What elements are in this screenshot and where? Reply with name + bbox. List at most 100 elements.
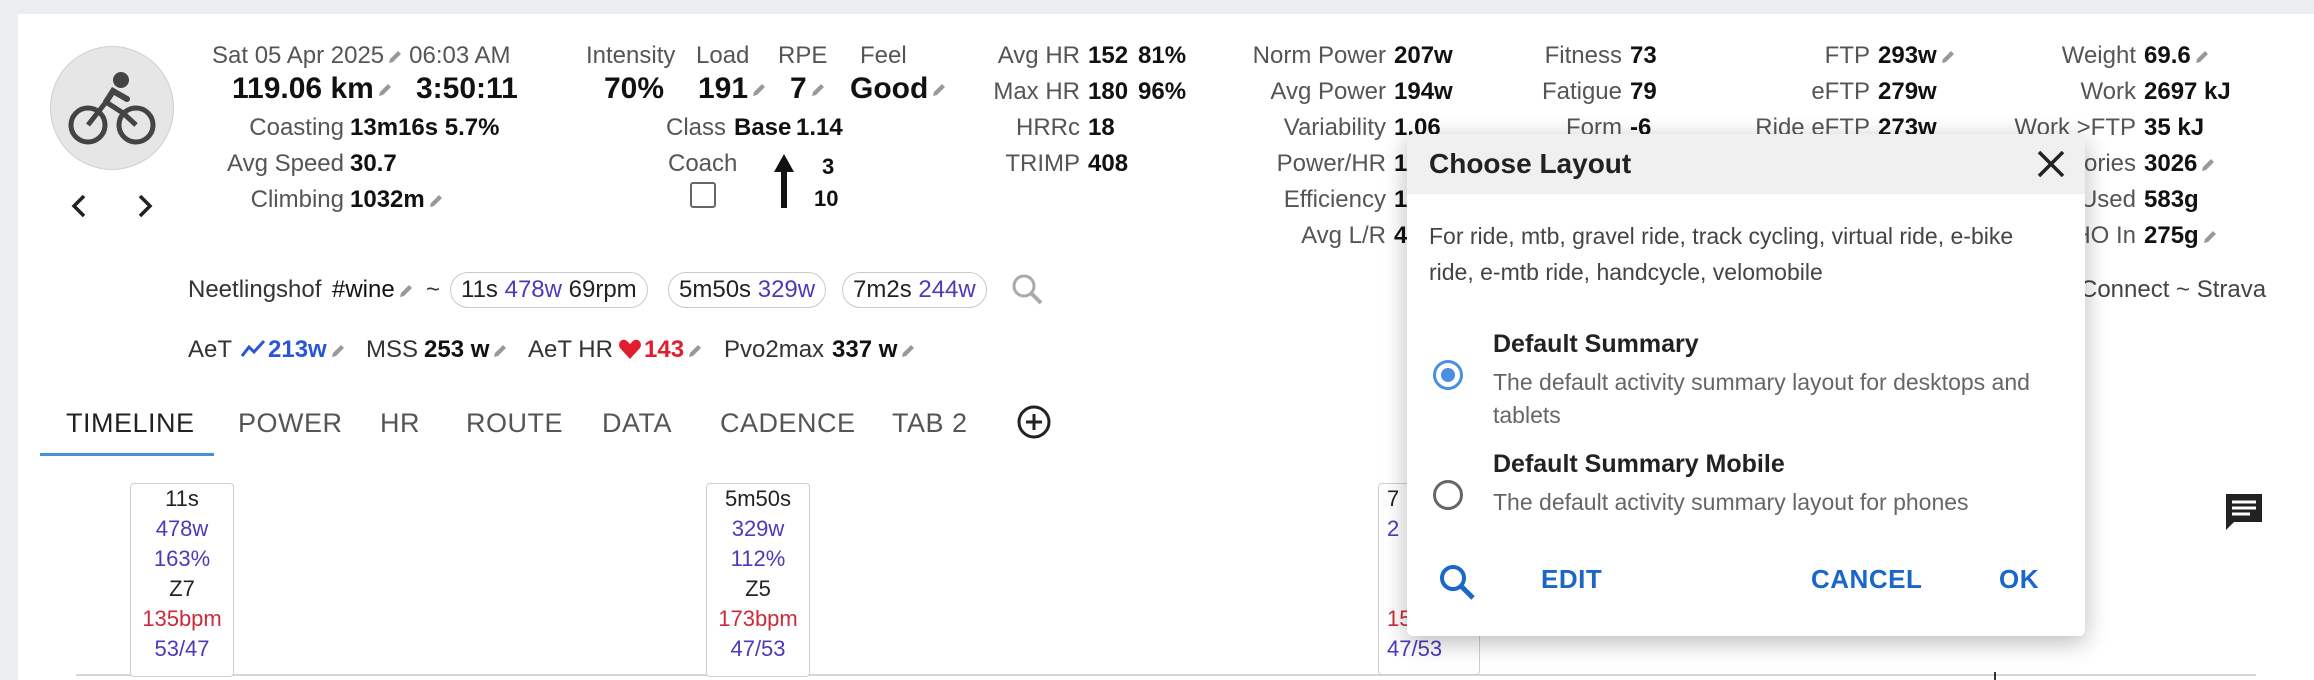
power-hr-label: Power/HR [1276, 150, 1386, 177]
hashtag[interactable]: #wine [332, 276, 414, 304]
pencil-icon[interactable] [2200, 157, 2216, 173]
cancel-button[interactable]: CANCEL [1811, 564, 1922, 595]
interval-percent: 112% [730, 546, 786, 571]
interval-chip[interactable]: 11s 478w 69rpm [450, 272, 648, 308]
next-activity-button[interactable] [132, 190, 158, 222]
interval-card[interactable]: 11s 478w 163% Z7 135bpm 53/47 [130, 483, 234, 677]
avg-power-label: Avg Power [1270, 78, 1386, 105]
calories-value[interactable]: 3026 [2144, 150, 2216, 178]
variability-label: Variability [1283, 114, 1386, 141]
chip-power: 244w [918, 276, 976, 303]
load-text: 191 [698, 72, 749, 105]
dialog-description: For ride, mtb, gravel ride, track cyclin… [1429, 223, 2014, 285]
load-value[interactable]: 191 [698, 72, 767, 106]
fitness-value: 73 [1630, 42, 1657, 69]
pencil-icon[interactable] [377, 82, 393, 98]
pencil-icon[interactable] [751, 82, 767, 98]
tab-data[interactable]: DATA [602, 408, 672, 439]
option-title[interactable]: Default Summary [1493, 330, 1699, 359]
fitness-label: Fitness [1544, 42, 1622, 69]
trimp-label: TRIMP [1005, 150, 1080, 177]
hashtag-text: #wine [332, 276, 395, 303]
close-icon[interactable] [2035, 148, 2067, 185]
pencil-icon[interactable] [492, 343, 508, 359]
coach-checkbox[interactable] [690, 182, 716, 208]
pencil-icon[interactable] [398, 283, 414, 299]
max-hr-value: 180 [1088, 78, 1129, 105]
comment-icon[interactable] [2222, 490, 2266, 539]
arrow-up-icon [772, 152, 796, 215]
hrrc-value: 18 [1088, 114, 1115, 141]
heart-icon [618, 338, 642, 365]
interval-zone: Z5 [745, 576, 771, 601]
tab-hr[interactable]: HR [380, 408, 420, 439]
chip-time: 5m50s [679, 276, 752, 303]
external-links[interactable]: Connect ~ Strava [2080, 276, 2266, 304]
interval-chip[interactable]: 7m2s 244w [842, 272, 987, 308]
feel-value[interactable]: Good [850, 72, 947, 106]
distance-text: 119.06 km [232, 72, 374, 105]
tab-route[interactable]: ROUTE [466, 408, 563, 439]
rpe-label: RPE [778, 42, 828, 69]
tab-cadence[interactable]: CADENCE [720, 408, 856, 439]
distance-value[interactable]: 119.06 km [232, 72, 393, 106]
efficiency-value: 1 [1394, 186, 1408, 213]
pvo2max-value[interactable]: 337 w [832, 336, 916, 364]
pencil-icon[interactable] [2194, 49, 2210, 65]
search-icon[interactable] [1010, 272, 1044, 311]
radio-default-summary[interactable] [1433, 360, 1463, 390]
activity-date[interactable]: Sat 05 Apr 2025 06:03 AM [212, 42, 511, 70]
cycling-icon [50, 46, 174, 170]
pencil-icon[interactable] [2202, 229, 2218, 245]
coach-label: Coach [668, 150, 738, 177]
climbing-label: Climbing [250, 186, 344, 213]
interval-zone: Z7 [169, 576, 195, 601]
rpe-value[interactable]: 7 [790, 72, 826, 106]
date-text: Sat 05 Apr 2025 [212, 42, 385, 69]
pencil-icon[interactable] [687, 343, 703, 359]
mss-value[interactable]: 253 w [424, 336, 508, 364]
radio-default-summary-mobile[interactable] [1433, 480, 1463, 510]
aet-value[interactable]: 213w [268, 336, 346, 364]
feel-text: Good [850, 72, 929, 105]
trend-icon [240, 338, 266, 365]
search-icon[interactable] [1437, 562, 1477, 607]
mss-text: 253 w [424, 336, 490, 363]
feel-label: Feel [860, 42, 907, 69]
interval-chip[interactable]: 5m50s 329w [668, 272, 827, 308]
option-description: The default activity summary layout for … [1493, 369, 2030, 428]
pencil-icon[interactable] [900, 343, 916, 359]
tab-power[interactable]: POWER [238, 408, 343, 439]
pencil-icon[interactable] [1940, 49, 1956, 65]
pencil-icon[interactable] [387, 49, 403, 65]
intensity-label: Intensity [586, 42, 676, 69]
ftp-value[interactable]: 293w [1878, 42, 1956, 70]
interval-card[interactable]: 5m50s 329w 112% Z5 173bpm 47/53 [706, 483, 810, 677]
edit-button[interactable]: EDIT [1541, 564, 1602, 595]
work-label: Work [2080, 78, 2136, 105]
tab-tab-2[interactable]: TAB 2 [892, 408, 968, 439]
arrow-bottom-value: 10 [814, 186, 839, 211]
carbs-used-value: 583g [2144, 186, 2199, 213]
time-text: 06:03 AM [409, 42, 511, 69]
option-title[interactable]: Default Summary Mobile [1493, 450, 1785, 479]
pencil-icon[interactable] [330, 343, 346, 359]
previous-activity-button[interactable] [66, 190, 92, 222]
choose-layout-dialog: Choose Layout For ride, mtb, gravel ride… [1407, 134, 2085, 636]
class-value: Base [734, 114, 792, 141]
arrow-top-value: 3 [822, 154, 835, 179]
add-tab-icon[interactable] [1016, 404, 1052, 445]
pencil-icon[interactable] [810, 82, 826, 98]
climbing-value[interactable]: 1032m [350, 186, 444, 214]
ok-button[interactable]: OK [1999, 564, 2039, 595]
interval-hr: 173bpm [718, 606, 798, 631]
carbs-in-value[interactable]: 275g [2144, 222, 2218, 250]
interval-power: 478w [155, 516, 209, 541]
max-hr-label: Max HR [993, 78, 1080, 105]
aet-hr-value[interactable]: 143 [644, 336, 703, 364]
avg-lr-label: Avg L/R [1301, 222, 1386, 249]
work-ftp-value: 35 kJ [2144, 114, 2205, 141]
tab-timeline[interactable]: TIMELINE [66, 408, 195, 439]
weight-value[interactable]: 69.6 [2144, 42, 2210, 70]
pencil-icon[interactable] [428, 193, 444, 209]
